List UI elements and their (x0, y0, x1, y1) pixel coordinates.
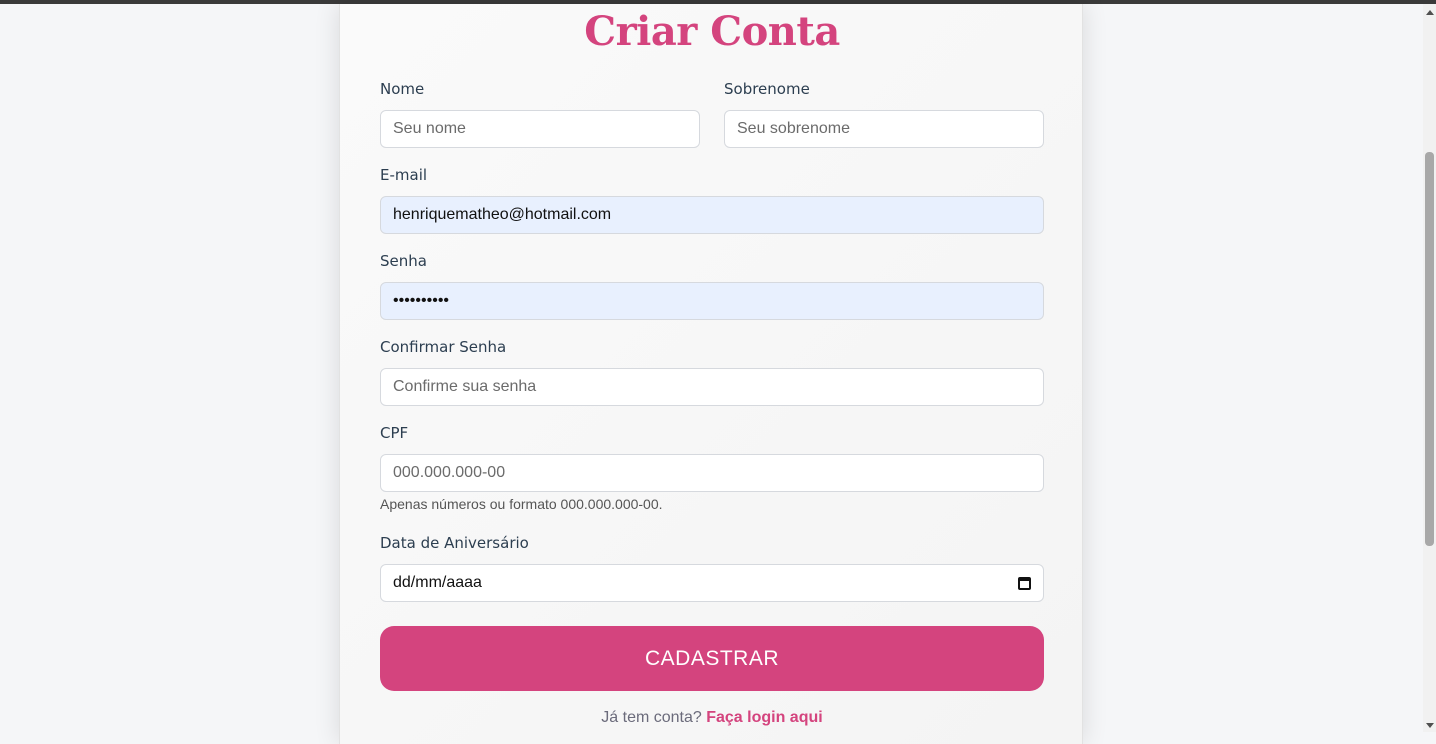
nome-input[interactable]: Seu nome (380, 110, 700, 148)
signup-card: Criar Conta Nome Seu nome Sobrenome Seu … (339, 4, 1083, 744)
email-label: E-mail (380, 166, 428, 184)
cpf-label: CPF (380, 424, 409, 442)
confirmar-senha-input[interactable]: Confirme sua senha (380, 368, 1044, 406)
login-prompt-text: Já tem conta? (601, 709, 702, 726)
calendar-icon[interactable] (1018, 576, 1031, 590)
scroll-thumb[interactable] (1425, 152, 1434, 546)
email-input[interactable]: henriquematheo@hotmail.com (380, 196, 1044, 234)
page-title: Criar Conta (584, 8, 840, 55)
login-link[interactable]: Faça login aqui (706, 709, 822, 726)
cadastrar-button[interactable]: CADASTRAR (380, 626, 1044, 691)
aniversario-label: Data de Aniversário (380, 534, 529, 552)
senha-label: Senha (380, 252, 427, 270)
page-scrollbar[interactable] (1423, 4, 1436, 732)
sobrenome-input[interactable]: Seu sobrenome (724, 110, 1044, 148)
login-prompt: Já tem conta? Faça login aqui (340, 709, 1084, 727)
scroll-down-arrow-icon[interactable] (1426, 723, 1434, 728)
senha-input[interactable]: •••••••••• (380, 282, 1044, 320)
sobrenome-label: Sobrenome (724, 80, 810, 98)
aniversario-date-input[interactable]: dd/mm/aaaa (380, 564, 1044, 602)
confirmar-senha-label: Confirmar Senha (380, 338, 507, 356)
cpf-input[interactable]: 000.000.000-00 (380, 454, 1044, 492)
scroll-up-arrow-icon[interactable] (1426, 10, 1434, 15)
aniversario-date-text: dd/mm/aaaa (393, 574, 482, 591)
cpf-hint: Apenas números ou formato 000.000.000-00… (380, 496, 663, 512)
nome-label: Nome (380, 80, 425, 98)
